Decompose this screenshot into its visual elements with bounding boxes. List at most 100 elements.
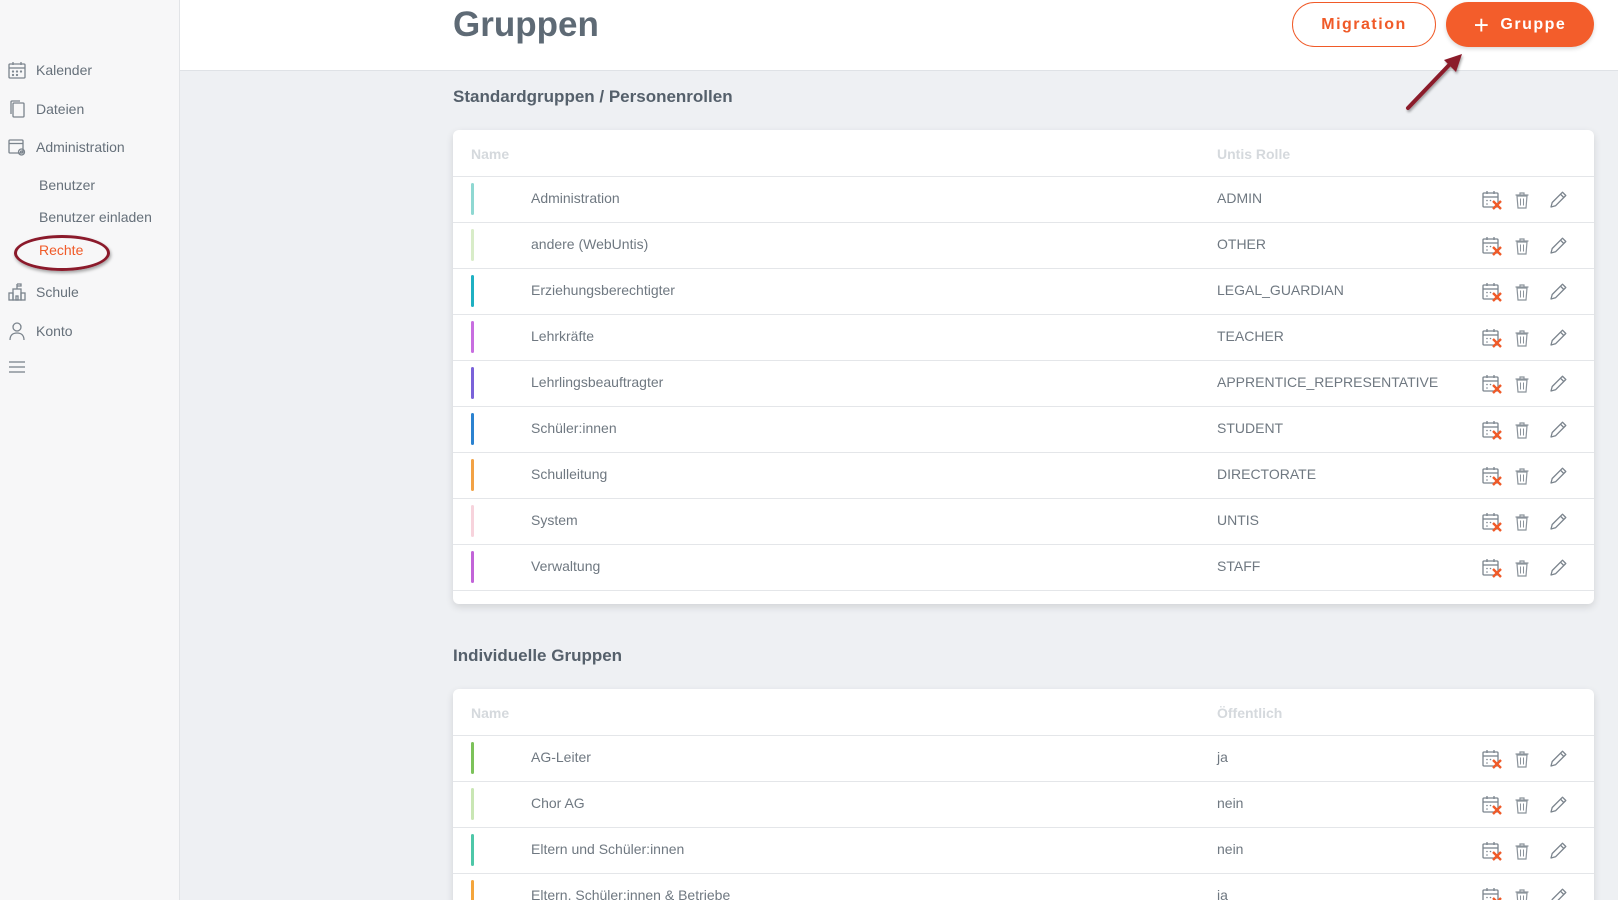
group-value: nein <box>1217 841 1244 857</box>
row-actions <box>1481 794 1569 816</box>
trash-icon[interactable] <box>1511 373 1533 395</box>
table-row[interactable]: Eltern und Schüler:innen nein <box>453 828 1594 874</box>
sidebar-subitem-benutzer[interactable]: Benutzer <box>39 177 95 193</box>
table-row[interactable]: Erziehungsberechtigter LEGAL_GUARDIAN <box>453 269 1594 315</box>
calendar-remove-icon[interactable] <box>1481 840 1503 862</box>
calendar-remove-icon[interactable] <box>1481 794 1503 816</box>
group-name: Administration <box>531 190 620 206</box>
calendar-remove-icon[interactable] <box>1481 327 1503 349</box>
pencil-icon[interactable] <box>1547 748 1569 770</box>
add-group-button[interactable]: + Gruppe <box>1446 2 1594 47</box>
pencil-icon[interactable] <box>1547 557 1569 579</box>
calendar-remove-icon[interactable] <box>1481 419 1503 441</box>
trash-icon[interactable] <box>1511 465 1533 487</box>
group-color-bar <box>471 275 474 307</box>
trash-icon[interactable] <box>1511 327 1533 349</box>
table-row[interactable]: Verwaltung STAFF <box>453 545 1594 591</box>
calendar-remove-icon[interactable] <box>1481 235 1503 257</box>
table-row[interactable]: Schüler:innen STUDENT <box>453 407 1594 453</box>
table-header: Name Öffentlich <box>453 689 1594 736</box>
column-header-name[interactable]: Name <box>471 705 509 721</box>
row-actions <box>1481 419 1569 441</box>
sidebar-item-dateien[interactable]: Dateien <box>6 98 84 120</box>
pencil-icon[interactable] <box>1547 419 1569 441</box>
add-group-label: Gruppe <box>1500 15 1567 33</box>
pencil-icon[interactable] <box>1547 189 1569 211</box>
row-actions <box>1481 886 1569 900</box>
table-row[interactable]: Lehrkräfte TEACHER <box>453 315 1594 361</box>
calendar-remove-icon[interactable] <box>1481 557 1503 579</box>
sidebar-item-kalender[interactable]: Kalender <box>6 59 92 81</box>
table-row[interactable]: Chor AG nein <box>453 782 1594 828</box>
table-row[interactable]: andere (WebUntis) OTHER <box>453 223 1594 269</box>
menu-toggle[interactable] <box>6 356 36 378</box>
group-value: ja <box>1217 749 1228 765</box>
row-actions <box>1481 840 1569 862</box>
group-value: OTHER <box>1217 236 1266 252</box>
pencil-icon[interactable] <box>1547 235 1569 257</box>
sidebar-item-label: Schule <box>36 284 79 300</box>
pencil-icon[interactable] <box>1547 794 1569 816</box>
pencil-icon[interactable] <box>1547 327 1569 349</box>
migration-button[interactable]: Migration <box>1292 2 1436 47</box>
group-name: Verwaltung <box>531 558 601 574</box>
pencil-icon[interactable] <box>1547 886 1569 900</box>
trash-icon[interactable] <box>1511 794 1533 816</box>
standard-groups-table: Name Untis Rolle Administration ADMIN an… <box>453 130 1594 604</box>
column-header-untis-role[interactable]: Untis Rolle <box>1217 146 1290 162</box>
calendar-remove-icon[interactable] <box>1481 189 1503 211</box>
trash-icon[interactable] <box>1511 419 1533 441</box>
row-actions <box>1481 557 1569 579</box>
table-row[interactable]: System UNTIS <box>453 499 1594 545</box>
calendar-remove-icon[interactable] <box>1481 886 1503 900</box>
plus-icon: + <box>1473 9 1491 40</box>
table-row[interactable]: Eltern, Schüler:innen & Betriebe ja <box>453 874 1594 900</box>
calendar-remove-icon[interactable] <box>1481 281 1503 303</box>
highlight-circle-annotation <box>14 235 110 271</box>
arrow-annotation <box>1406 54 1462 110</box>
school-icon <box>6 281 28 303</box>
pencil-icon[interactable] <box>1547 511 1569 533</box>
trash-icon[interactable] <box>1511 511 1533 533</box>
group-name: Eltern und Schüler:innen <box>531 841 685 857</box>
table-row[interactable]: Schulleitung DIRECTORATE <box>453 453 1594 499</box>
calendar-remove-icon[interactable] <box>1481 748 1503 770</box>
trash-icon[interactable] <box>1511 281 1533 303</box>
group-name: System <box>531 512 578 528</box>
calendar-remove-icon[interactable] <box>1481 373 1503 395</box>
page-title: Gruppen <box>453 5 599 44</box>
group-color-bar <box>471 321 474 353</box>
sidebar-item-konto[interactable]: Konto <box>6 320 73 342</box>
trash-icon[interactable] <box>1511 886 1533 900</box>
trash-icon[interactable] <box>1511 748 1533 770</box>
row-actions <box>1481 748 1569 770</box>
group-color-bar <box>471 551 474 583</box>
trash-icon[interactable] <box>1511 235 1533 257</box>
calendar-remove-icon[interactable] <box>1481 465 1503 487</box>
pencil-icon[interactable] <box>1547 373 1569 395</box>
group-value: DIRECTORATE <box>1217 466 1317 482</box>
column-header-name[interactable]: Name <box>471 146 509 162</box>
section-title-standard: Standardgruppen / Personenrollen <box>453 87 733 106</box>
row-actions <box>1481 327 1569 349</box>
pencil-icon[interactable] <box>1547 281 1569 303</box>
sidebar-item-schule[interactable]: Schule <box>6 281 79 303</box>
pencil-icon[interactable] <box>1547 840 1569 862</box>
sidebar-item-label: Administration <box>36 139 125 155</box>
trash-icon[interactable] <box>1511 557 1533 579</box>
group-name: Eltern, Schüler:innen & Betriebe <box>531 887 731 900</box>
sidebar-subitem-benutzer-einladen[interactable]: Benutzer einladen <box>39 209 152 225</box>
calendar-remove-icon[interactable] <box>1481 511 1503 533</box>
column-header-public[interactable]: Öffentlich <box>1217 705 1282 721</box>
trash-icon[interactable] <box>1511 189 1533 211</box>
table-row[interactable]: AG-Leiter ja <box>453 736 1594 782</box>
group-value: ADMIN <box>1217 190 1263 206</box>
admin-icon <box>6 136 28 158</box>
table-row[interactable]: Lehrlingsbeauftragter APPRENTICE_REPRESE… <box>453 361 1594 407</box>
trash-icon[interactable] <box>1511 840 1533 862</box>
user-icon <box>6 320 28 342</box>
row-actions <box>1481 281 1569 303</box>
sidebar-item-administration[interactable]: Administration <box>6 136 125 158</box>
table-row[interactable]: Administration ADMIN <box>453 177 1594 223</box>
pencil-icon[interactable] <box>1547 465 1569 487</box>
